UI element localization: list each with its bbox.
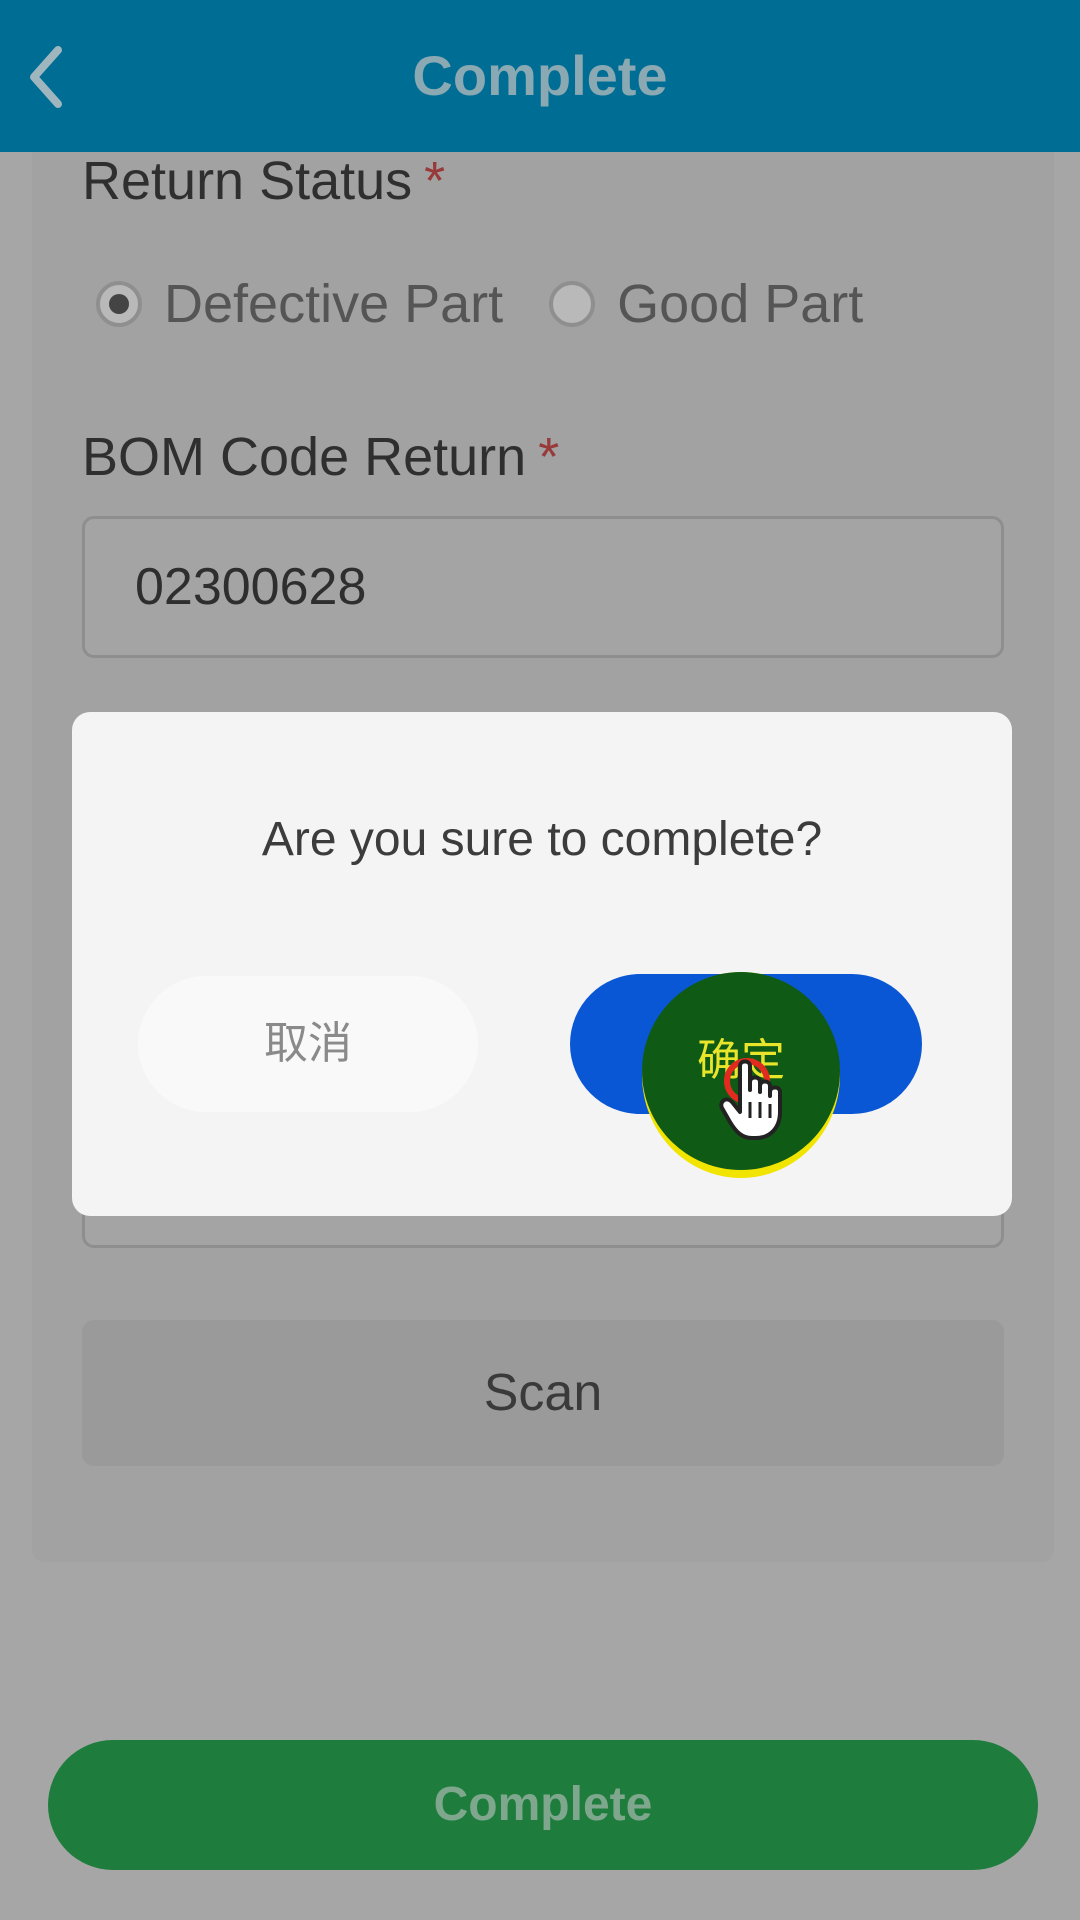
complete-button[interactable]: Complete: [48, 1740, 1038, 1870]
return-status-label: Return Status *: [82, 151, 446, 211]
dialog-message: Are you sure to complete?: [261, 813, 823, 866]
required-mark: *: [424, 151, 446, 211]
app-header: Complete: [0, 0, 1080, 152]
confirm-button[interactable]: 确定: [570, 974, 922, 1114]
confirm-dialog: Are you sure to complete? 取消 确定: [72, 712, 1012, 1216]
radio-good-part[interactable]: Good Part: [549, 273, 863, 335]
radio-selected-icon: [96, 281, 142, 327]
radio-unselected-icon: [549, 281, 596, 327]
scan-button[interactable]: Scan: [82, 1320, 1004, 1466]
page-title: Complete: [412, 44, 668, 107]
radio-label: Defective Part: [164, 274, 504, 334]
required-mark: *: [538, 427, 560, 487]
bom-code-return-input[interactable]: 02300628: [82, 516, 1004, 658]
radio-defective-part[interactable]: Defective Part: [96, 273, 503, 335]
bom-code-return-label: BOM Code Return *: [82, 427, 560, 487]
radio-label: Good Part: [617, 274, 864, 334]
return-status-radio-group: Defective Part Good Part: [96, 262, 909, 346]
cancel-button[interactable]: 取消: [138, 976, 478, 1112]
confirm-label: 确定: [702, 1018, 790, 1069]
